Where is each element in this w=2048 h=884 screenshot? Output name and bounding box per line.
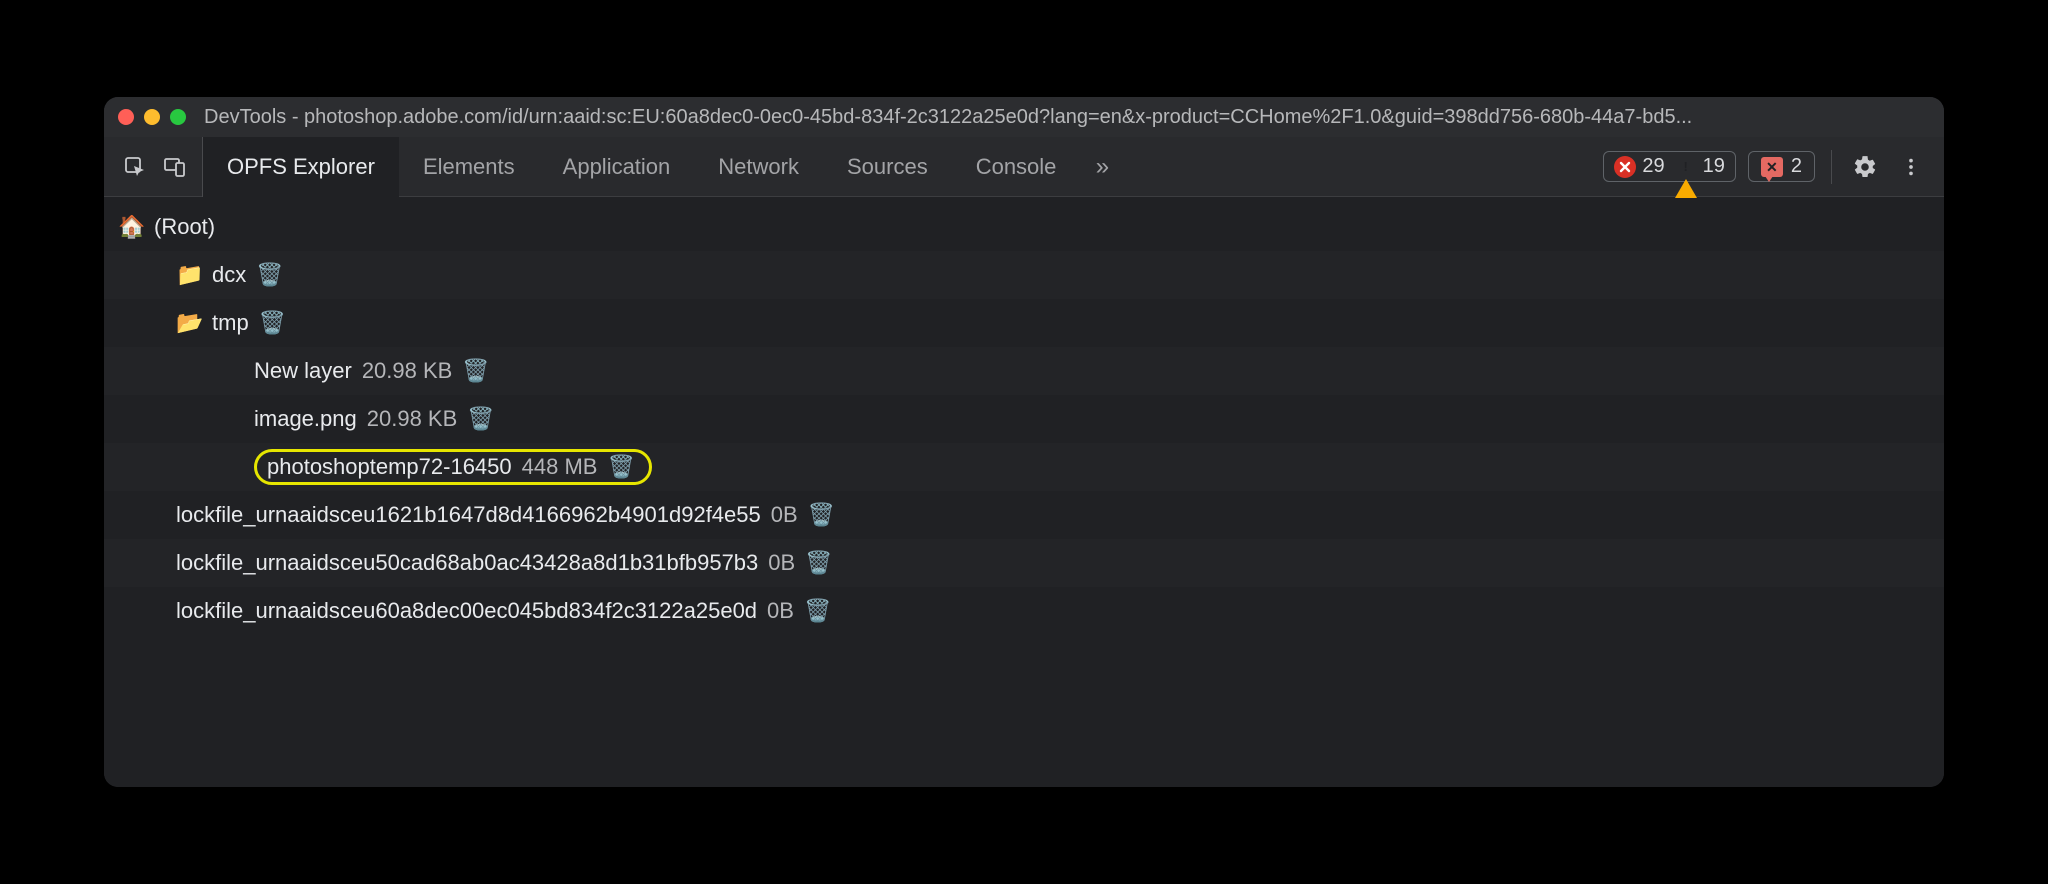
delete-icon[interactable]: 🗑️ (607, 454, 634, 480)
file-size: 0B (768, 550, 795, 576)
file-new-layer[interactable]: New layer 20.98 KB 🗑️ (104, 347, 1944, 395)
titlebar: DevTools - photoshop.adobe.com/id/urn:aa… (104, 97, 1944, 137)
issues-counter[interactable]: 29 ! 19 (1603, 151, 1736, 182)
file-lockfile-3[interactable]: lockfile_urnaaidsceu60a8dec00ec045bd834f… (104, 587, 1944, 635)
tab-label: Network (718, 154, 799, 180)
tab-label: Elements (423, 154, 515, 180)
tab-label: Application (563, 154, 671, 180)
error-icon (1614, 156, 1636, 178)
message-error-icon: ✕ (1761, 157, 1783, 177)
devtools-toolbar: OPFS Explorer Elements Application Netwo… (104, 137, 1944, 197)
tab-network[interactable]: Network (694, 137, 823, 197)
errors-segment: 29 (1614, 155, 1664, 178)
root-label: (Root) (154, 214, 215, 240)
file-name: lockfile_urnaaidsceu1621b1647d8d4166962b… (176, 502, 761, 528)
zoom-window-button[interactable] (170, 109, 186, 125)
file-photoshoptemp[interactable]: photoshoptemp72-16450 448 MB 🗑️ (104, 443, 1944, 491)
delete-icon[interactable]: 🗑️ (256, 262, 283, 288)
delete-icon[interactable]: 🗑️ (467, 406, 494, 432)
file-size: 20.98 KB (362, 358, 453, 384)
file-size: 0B (771, 502, 798, 528)
element-selector-icon[interactable] (118, 150, 152, 184)
more-tabs-button[interactable]: » (1080, 137, 1124, 197)
tab-console[interactable]: Console (952, 137, 1081, 197)
folder-icon: 📁 (176, 262, 204, 288)
file-name: lockfile_urnaaidsceu50cad68ab0ac43428a8d… (176, 550, 758, 576)
delete-icon[interactable]: 🗑️ (808, 502, 835, 528)
device-toggle-icon[interactable] (158, 150, 192, 184)
file-size: 0B (767, 598, 794, 624)
tab-opfs-explorer[interactable]: OPFS Explorer (203, 137, 399, 197)
file-lockfile-2[interactable]: lockfile_urnaaidsceu50cad68ab0ac43428a8d… (104, 539, 1944, 587)
file-image-png[interactable]: image.png 20.98 KB 🗑️ (104, 395, 1944, 443)
message-count: 2 (1791, 155, 1802, 178)
tab-label: OPFS Explorer (227, 154, 375, 180)
tab-application[interactable]: Application (539, 137, 695, 197)
tab-label: Console (976, 154, 1057, 180)
file-name: photoshoptemp72-16450 (267, 454, 512, 480)
settings-icon[interactable] (1848, 150, 1882, 184)
warning-count: 19 (1703, 155, 1725, 178)
tree-root[interactable]: 🏠 (Root) (104, 203, 1944, 251)
delete-icon[interactable]: 🗑️ (462, 358, 489, 384)
tab-label: Sources (847, 154, 928, 180)
highlighted-file: photoshoptemp72-16450 448 MB 🗑️ (254, 449, 652, 485)
warning-icon: ! (1675, 157, 1697, 176)
console-issues-button[interactable]: ✕ 2 (1748, 151, 1815, 182)
traffic-lights (118, 109, 186, 125)
kebab-menu-icon[interactable] (1894, 150, 1928, 184)
file-size: 20.98 KB (367, 406, 458, 432)
warnings-segment: ! 19 (1675, 155, 1725, 178)
folder-tmp[interactable]: 📂 tmp 🗑️ (104, 299, 1944, 347)
delete-icon[interactable]: 🗑️ (804, 598, 831, 624)
tab-sources[interactable]: Sources (823, 137, 952, 197)
folder-name: dcx (212, 262, 246, 288)
file-lockfile-1[interactable]: lockfile_urnaaidsceu1621b1647d8d4166962b… (104, 491, 1944, 539)
file-name: image.png (254, 406, 357, 432)
empty-space (104, 635, 1944, 755)
separator (1831, 150, 1832, 184)
close-window-button[interactable] (118, 109, 134, 125)
file-name: lockfile_urnaaidsceu60a8dec00ec045bd834f… (176, 598, 757, 624)
delete-icon[interactable]: 🗑️ (259, 310, 286, 336)
house-icon: 🏠 (118, 214, 146, 240)
toolbar-left-group (114, 137, 203, 197)
file-name: New layer (254, 358, 352, 384)
folder-open-icon: 📂 (176, 310, 204, 336)
opfs-tree: 🏠 (Root) 📁 dcx 🗑️ 📂 tmp 🗑️ New layer 20.… (104, 197, 1944, 787)
devtools-window: DevTools - photoshop.adobe.com/id/urn:aa… (104, 97, 1944, 787)
window-title: DevTools - photoshop.adobe.com/id/urn:aa… (204, 106, 1930, 129)
delete-icon[interactable]: 🗑️ (805, 550, 832, 576)
tab-elements[interactable]: Elements (399, 137, 539, 197)
panel-tabs: OPFS Explorer Elements Application Netwo… (203, 137, 1124, 197)
error-count: 29 (1642, 155, 1664, 178)
minimize-window-button[interactable] (144, 109, 160, 125)
folder-dcx[interactable]: 📁 dcx 🗑️ (104, 251, 1944, 299)
folder-name: tmp (212, 310, 249, 336)
toolbar-right-group: 29 ! 19 ✕ 2 (1603, 150, 1934, 184)
file-size: 448 MB (522, 454, 598, 480)
